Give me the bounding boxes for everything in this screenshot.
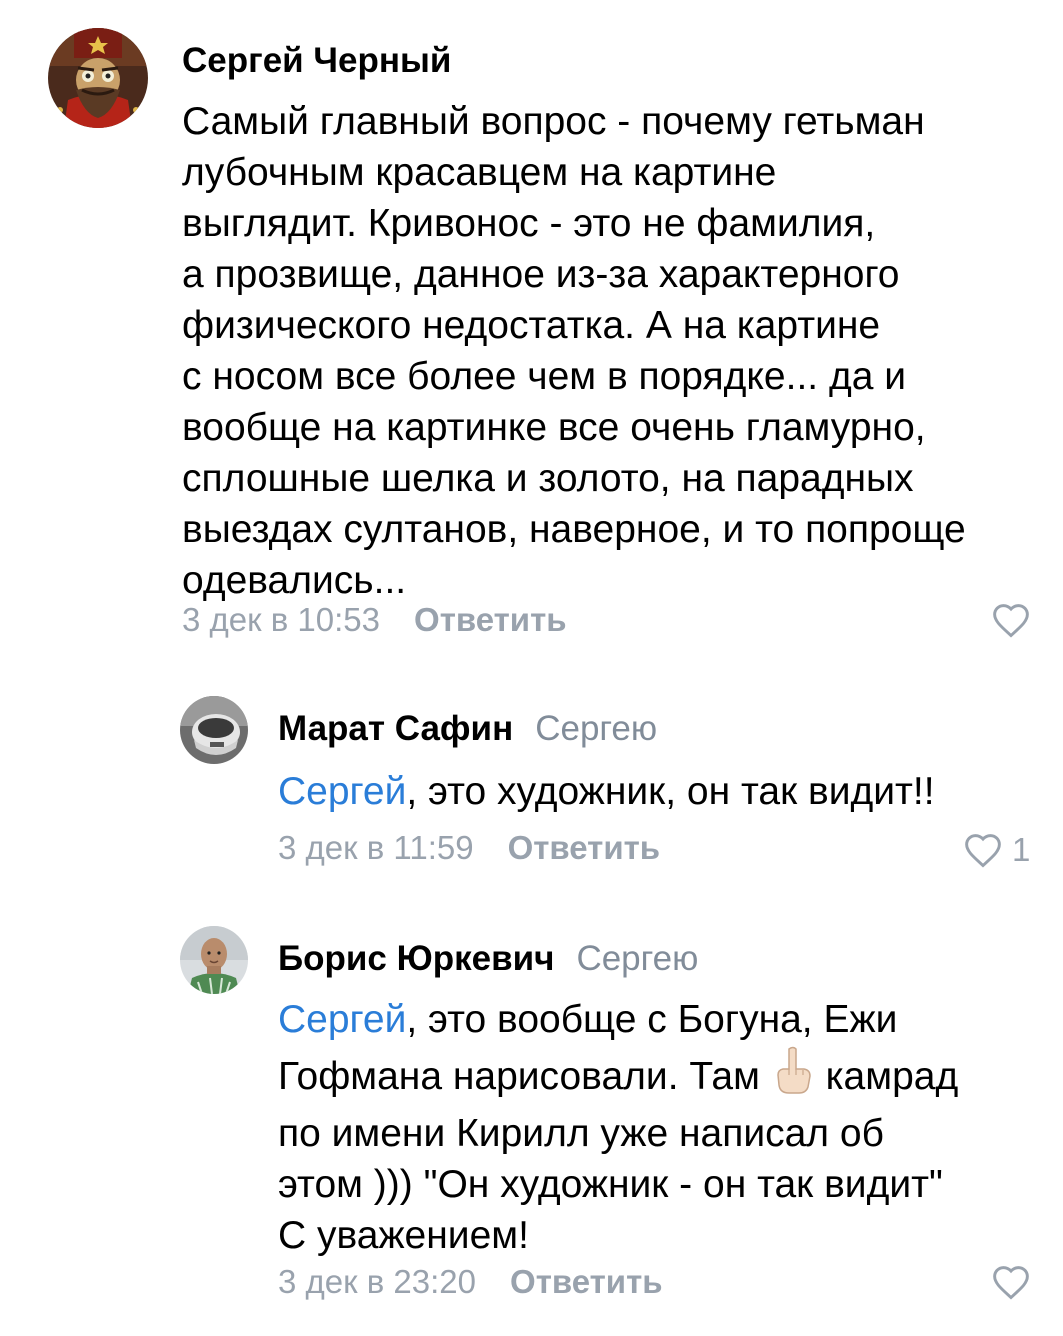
- like-button[interactable]: [990, 602, 1040, 638]
- reply-button[interactable]: Ответить: [510, 1263, 663, 1300]
- comment-item: Марат Сафин Сергею Сергей, это художник, …: [0, 680, 1063, 890]
- comment-item: Борис Юркевич Сергею Сергей, это вообще с…: [0, 910, 1063, 1336]
- mention-link[interactable]: Сергей: [278, 770, 406, 813]
- like-button[interactable]: 1: [962, 830, 1030, 870]
- heart-icon: [965, 834, 1001, 868]
- avatar[interactable]: [48, 28, 148, 128]
- like-count: 1: [1012, 831, 1031, 868]
- comment-time[interactable]: 3 дек в 23:20: [278, 1263, 476, 1300]
- author-name[interactable]: Марат Сафин: [278, 709, 513, 748]
- reply-to-label[interactable]: Сергею: [535, 709, 657, 748]
- comment-author[interactable]: Марат Сафин Сергею: [278, 709, 657, 749]
- comment-item: Сергей Черный Самый главный вопрос - поч…: [0, 0, 1063, 660]
- comment-meta: 3 дек в 11:59 Ответить 1: [278, 828, 1038, 868]
- comment-time[interactable]: 3 дек в 10:53: [182, 601, 380, 638]
- comment-author[interactable]: Борис Юркевич Сергею: [278, 939, 698, 979]
- author-name[interactable]: Борис Юркевич: [278, 939, 554, 978]
- heart-icon: [993, 604, 1029, 638]
- reply-button[interactable]: Ответить: [414, 601, 567, 638]
- heart-icon: [993, 1266, 1029, 1300]
- comment-author[interactable]: Сергей Черный: [182, 41, 451, 81]
- comment-meta: 3 дек в 23:20 Ответить: [278, 1262, 1038, 1302]
- comment-time[interactable]: 3 дек в 11:59: [278, 829, 474, 866]
- avatar[interactable]: [180, 926, 248, 994]
- reply-to-label[interactable]: Сергею: [576, 939, 698, 978]
- reply-button[interactable]: Ответить: [508, 829, 661, 866]
- cup-avatar: [180, 696, 248, 764]
- avatar[interactable]: [180, 696, 248, 764]
- comment-text: Сергей, это вообще с Богуна, Ежи Гофмана…: [278, 994, 1038, 1261]
- soviet-general-avatar: [48, 28, 148, 128]
- comment-meta: 3 дек в 10:53 Ответить: [182, 600, 1032, 640]
- comment-text-content: , это художник, он так видит!!: [406, 770, 935, 813]
- comment-text: Сергей, это художник, он так видит!!: [278, 766, 1038, 817]
- mention-link[interactable]: Сергей: [278, 998, 406, 1041]
- comments-thread: Сергей Черный Самый главный вопрос - поч…: [0, 0, 1063, 1336]
- person-photo-avatar: [180, 926, 248, 994]
- point-up-emoji: [771, 1045, 815, 1108]
- like-button[interactable]: [990, 1264, 1040, 1300]
- comment-text: Самый главный вопрос - почему гетьман лу…: [182, 100, 966, 602]
